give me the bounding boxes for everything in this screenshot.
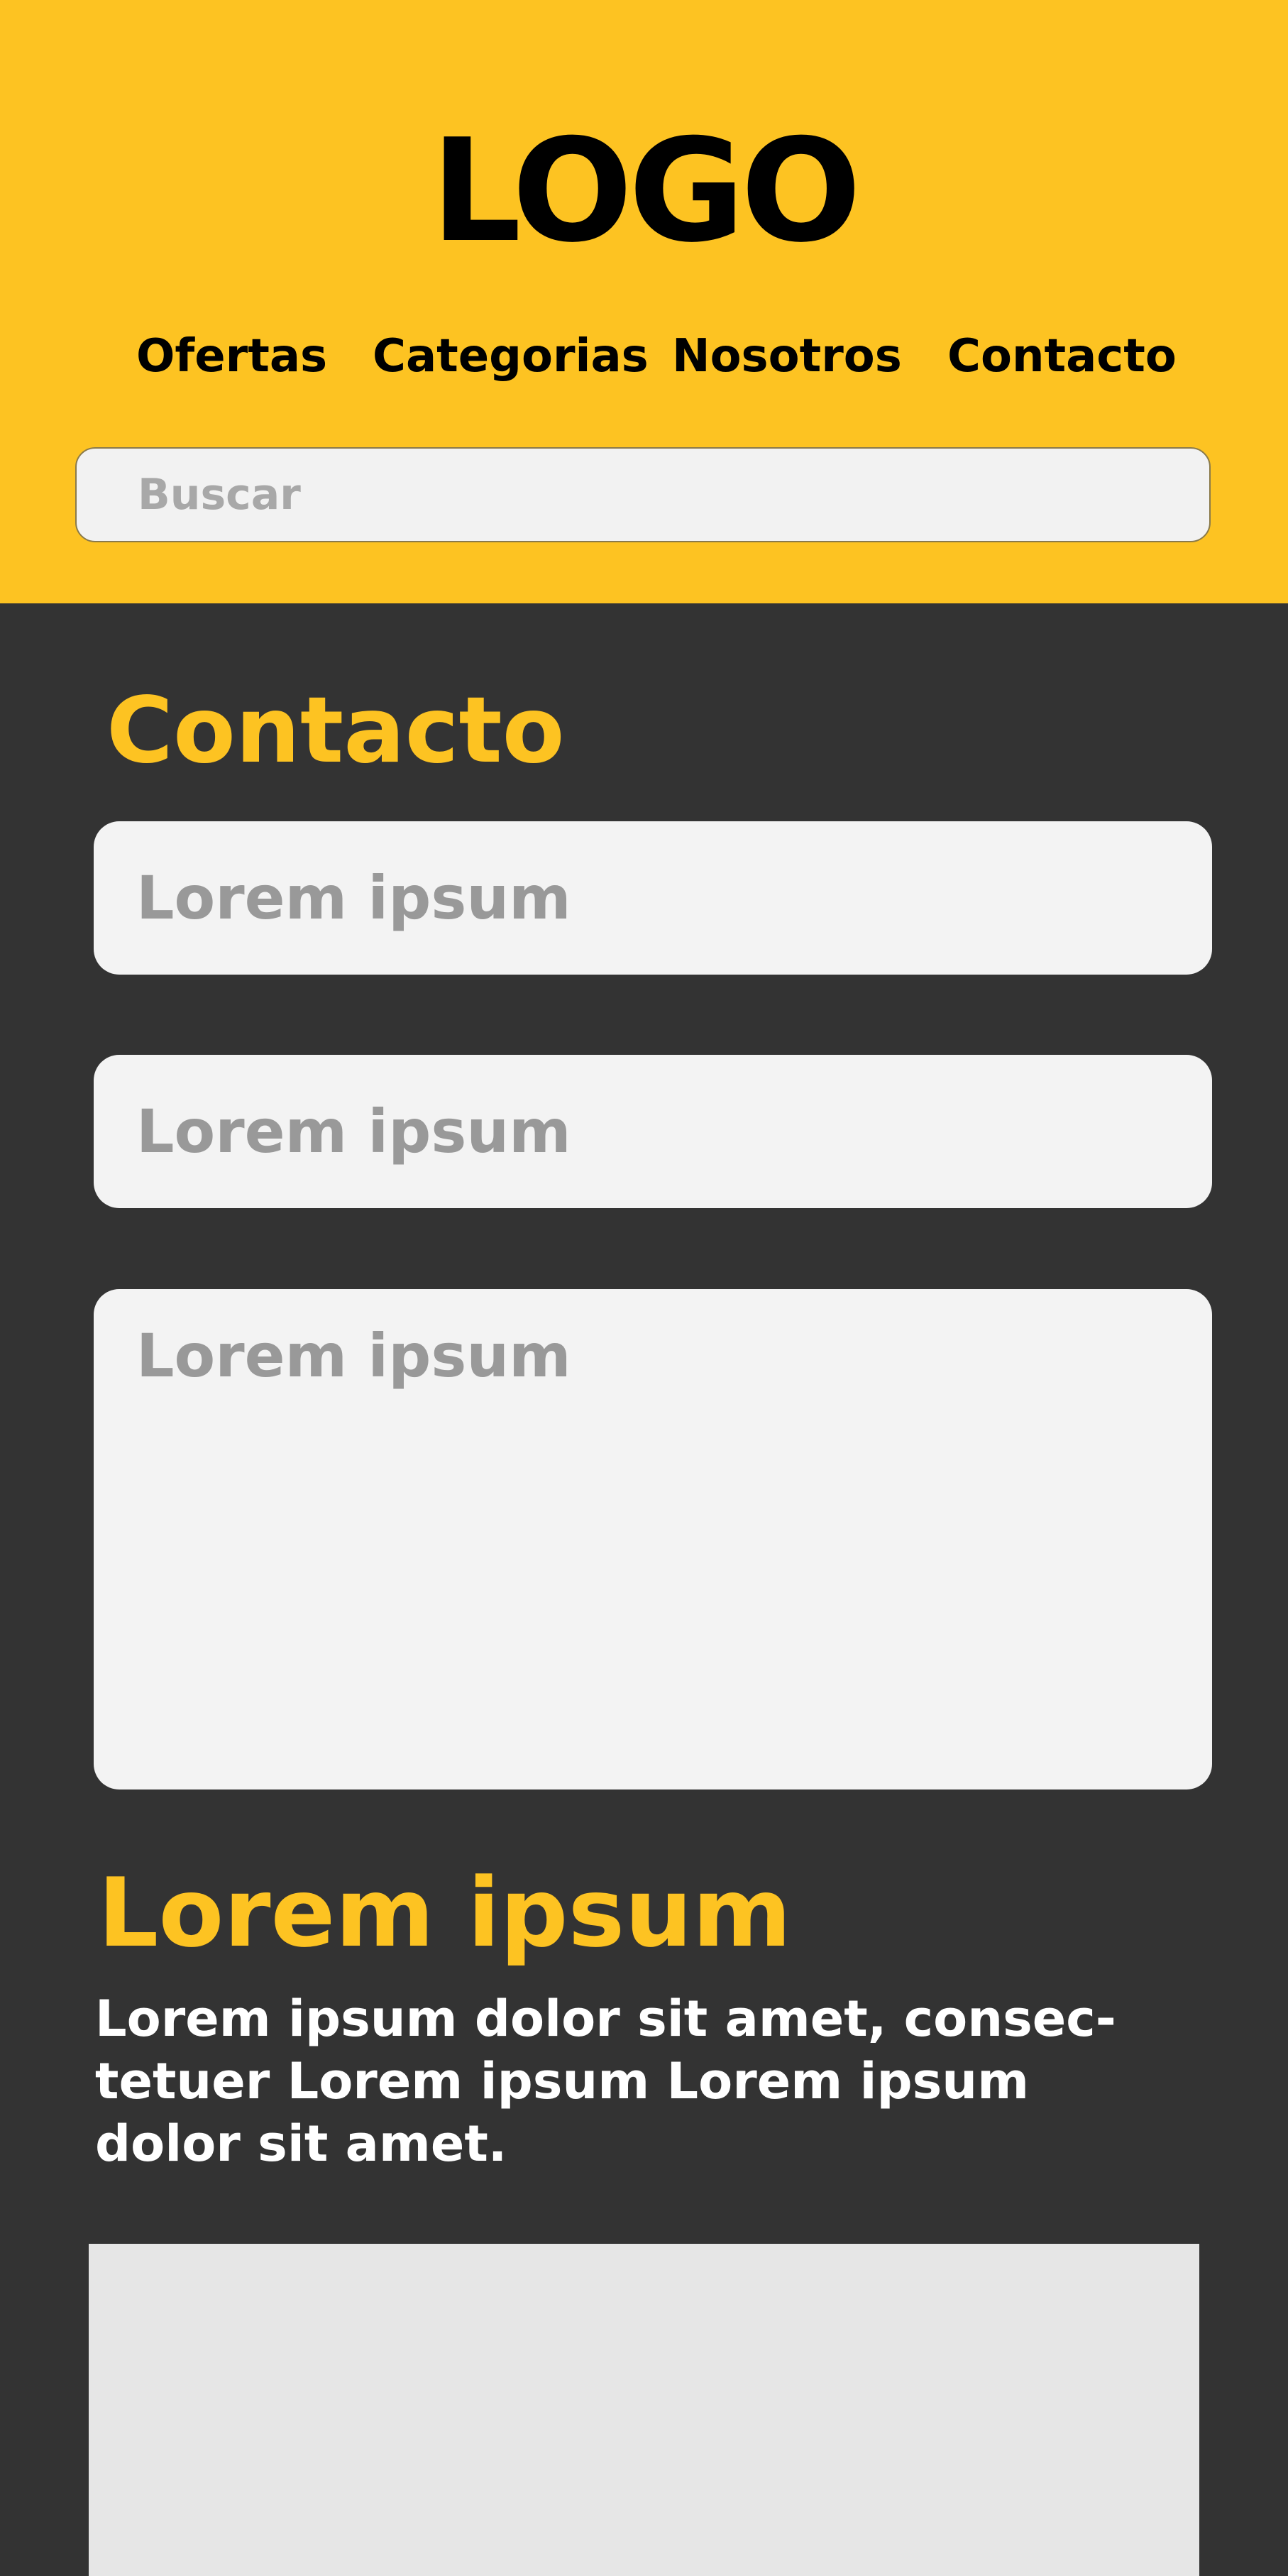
contact-field-2[interactable]: [94, 1055, 1212, 1208]
info-title: Lorem ipsum: [98, 1858, 792, 1968]
nav-item-categorias[interactable]: Categorias: [373, 328, 649, 385]
info-text: Lorem ipsum dolor sit amet, consec-tetue…: [95, 1990, 1116, 2173]
logo[interactable]: LOGO: [0, 114, 1288, 270]
nav-item-ofertas[interactable]: Ofertas: [136, 328, 327, 385]
contact-field-1[interactable]: [94, 821, 1212, 975]
header: LOGO Ofertas Categorias Nosotros Contact…: [0, 0, 1288, 603]
search-input[interactable]: [75, 447, 1211, 542]
contact-title: Contacto: [106, 678, 565, 784]
contact-message-textarea[interactable]: [94, 1289, 1212, 1790]
nav-item-nosotros[interactable]: Nosotros: [672, 328, 902, 385]
image-placeholder: [89, 2244, 1199, 2576]
nav-item-contacto[interactable]: Contacto: [947, 328, 1177, 385]
